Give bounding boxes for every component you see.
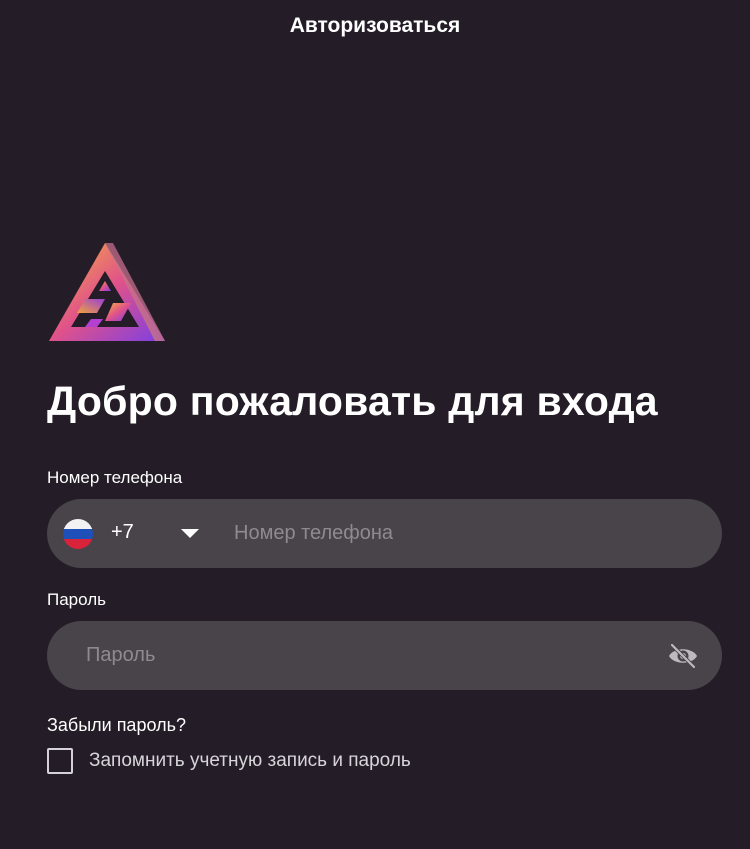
password-input[interactable] xyxy=(86,621,656,690)
app-logo xyxy=(47,241,167,343)
page-header: Авторизоваться xyxy=(0,0,750,52)
eye-off-icon[interactable] xyxy=(667,642,699,670)
password-label: Пароль xyxy=(47,590,106,609)
country-dial-code[interactable]: +7 xyxy=(111,521,134,544)
phone-field: +7 xyxy=(47,499,722,568)
phone-label: Номер телефона xyxy=(47,468,183,487)
remember-me-toggle[interactable]: Запомнить учетную запись и пароль xyxy=(47,748,411,774)
welcome-heading: Добро пожаловать для входа xyxy=(47,378,658,424)
remember-checkbox[interactable] xyxy=(47,748,73,774)
forgot-password-link[interactable]: Забыли пароль? xyxy=(47,715,186,736)
phone-input[interactable] xyxy=(234,499,694,568)
page-title: Авторизоваться xyxy=(289,14,461,37)
remember-label: Запомнить учетную запись и пароль xyxy=(89,750,411,771)
password-field xyxy=(47,621,722,690)
russia-flag-icon[interactable] xyxy=(63,519,93,549)
chevron-down-icon[interactable] xyxy=(181,529,199,538)
